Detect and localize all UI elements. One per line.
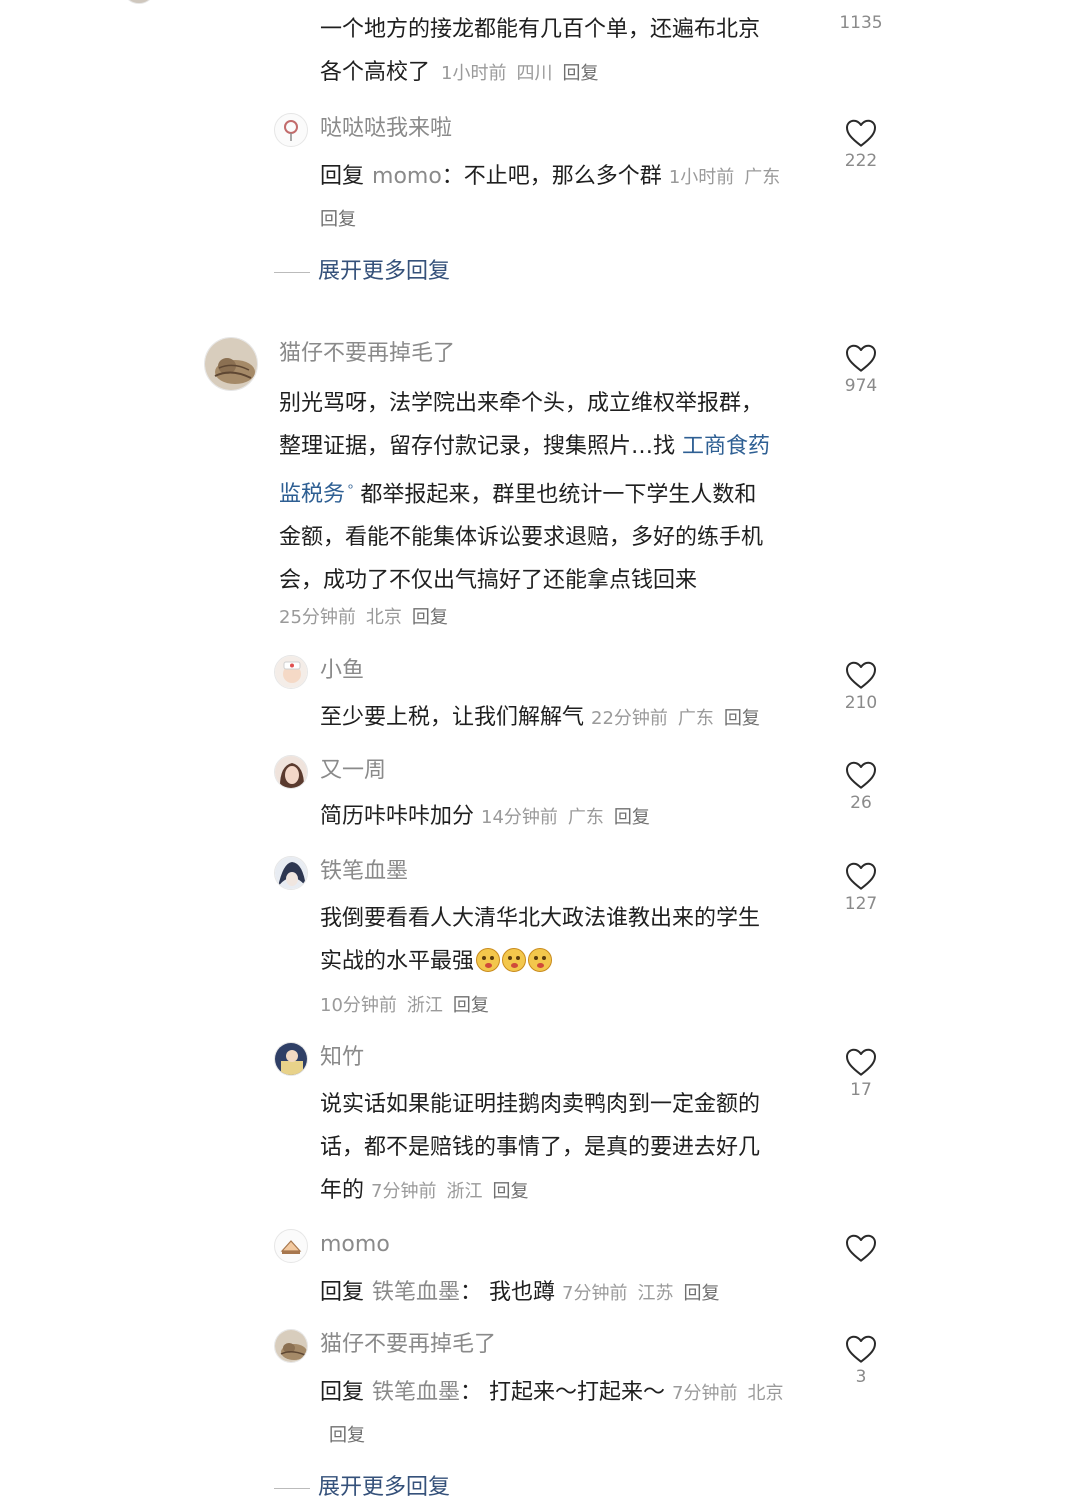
reply-button[interactable]: 回复 xyxy=(562,63,598,84)
expand-more-replies-button[interactable]: 展开更多回复 xyxy=(274,1473,450,1503)
avatar[interactable] xyxy=(274,1042,308,1076)
cake-slice-avatar-icon xyxy=(280,1240,302,1254)
like-counter-partial[interactable]: 1135 xyxy=(835,10,887,34)
heart-outline-icon xyxy=(846,1335,876,1363)
username[interactable]: 小鱼 xyxy=(320,656,364,686)
dog-face-emoji xyxy=(502,948,527,972)
like-count: 26 xyxy=(850,793,872,813)
comment-body: 别光骂呀，法学院出来牵个头，成立维权举报群， 整理证据，留存付款记录，搜集照片…… xyxy=(279,391,771,594)
like-count: 17 xyxy=(850,1080,872,1100)
timestamp: 22分钟前 xyxy=(591,708,668,729)
reply-button[interactable]: 回复 xyxy=(412,607,448,628)
username[interactable]: 铁笔血墨 xyxy=(320,857,408,887)
heart-outline-icon xyxy=(846,1234,876,1262)
username[interactable]: 猫仔不要再掉毛了 xyxy=(279,339,455,369)
like-button[interactable]: 17 xyxy=(835,1047,887,1101)
cat-photo-avatar-icon xyxy=(275,1330,307,1362)
divider-dash xyxy=(274,271,310,273)
heart-outline-icon xyxy=(846,119,876,147)
avatar[interactable] xyxy=(274,1229,308,1263)
like-button[interactable]: 974 xyxy=(835,343,887,397)
expand-more-replies-button[interactable]: 展开更多回复 xyxy=(274,257,450,287)
username[interactable]: 知竹 xyxy=(320,1043,364,1073)
like-count: 974 xyxy=(844,376,878,396)
search-link[interactable]: 监税务 ᵒ xyxy=(279,482,353,507)
timestamp: 7分钟前 xyxy=(562,1283,628,1304)
avatar[interactable] xyxy=(274,655,308,689)
figure-avatar-icon xyxy=(275,1043,307,1075)
heart-outline-icon xyxy=(846,862,876,890)
location: 广东 xyxy=(677,708,714,729)
username[interactable]: 哒哒哒我来啦 xyxy=(320,114,452,144)
timestamp: 14分钟前 xyxy=(481,807,558,828)
like-count: 222 xyxy=(844,151,878,171)
location: 北京 xyxy=(365,607,402,628)
dog-face-emoji xyxy=(528,948,553,972)
lollipop-avatar-icon xyxy=(284,120,298,141)
avatar[interactable] xyxy=(274,755,308,789)
like-button[interactable]: 127 xyxy=(835,861,887,915)
location: 广东 xyxy=(744,167,781,188)
like-button[interactable] xyxy=(835,1233,887,1263)
location: 浙江 xyxy=(446,1181,483,1202)
timestamp: 25分钟前 xyxy=(279,607,356,628)
heart-outline-icon xyxy=(846,761,876,789)
reply-button[interactable]: 回复 xyxy=(329,1421,365,1447)
location: 北京 xyxy=(747,1383,784,1404)
avatar-partial-top[interactable] xyxy=(122,0,156,4)
timestamp: 7分钟前 xyxy=(672,1383,738,1404)
reply-button[interactable]: 回复 xyxy=(492,1181,528,1202)
like-count: 1135 xyxy=(839,13,883,33)
location: 浙江 xyxy=(406,995,443,1016)
divider-dash xyxy=(274,1487,310,1489)
timestamp: 1小时前 xyxy=(441,63,507,84)
avatar[interactable] xyxy=(274,1329,308,1363)
username[interactable]: momo xyxy=(320,1230,390,1260)
reply-target-user[interactable]: 铁笔血墨 xyxy=(372,1280,460,1305)
like-button[interactable]: 222 xyxy=(835,118,887,172)
location: 四川 xyxy=(516,63,553,84)
like-button[interactable]: 26 xyxy=(835,760,887,814)
avatar[interactable] xyxy=(274,113,308,147)
heart-outline-icon xyxy=(846,1048,876,1076)
search-link[interactable]: 工商食药 xyxy=(682,434,770,459)
like-button[interactable]: 3 xyxy=(835,1334,887,1388)
reply-target-user[interactable]: 铁笔血墨 xyxy=(372,1380,460,1405)
like-count: 3 xyxy=(855,1367,867,1387)
location: 江苏 xyxy=(637,1283,674,1304)
reply-button[interactable]: 回复 xyxy=(320,205,356,231)
reply-button[interactable]: 回复 xyxy=(614,807,650,828)
timestamp: 7分钟前 xyxy=(371,1181,437,1202)
username[interactable]: 又一周 xyxy=(320,756,386,786)
location: 广东 xyxy=(567,807,604,828)
reply-button[interactable]: 回复 xyxy=(724,708,760,729)
nurse-avatar-icon xyxy=(275,656,307,688)
girl-photo-avatar-icon xyxy=(275,756,307,788)
timestamp: 1小时前 xyxy=(668,167,735,188)
reply-target-user[interactable]: momo xyxy=(372,164,442,189)
username[interactable]: 猫仔不要再掉毛了 xyxy=(320,1330,496,1360)
like-button[interactable]: 210 xyxy=(835,660,887,714)
like-count: 127 xyxy=(844,894,878,914)
comment-body-partial: 一个地方的接龙都能有几百个单，还遍布北京 各个高校了 1小时前 四川 回复 xyxy=(320,17,761,85)
dog-face-emoji xyxy=(476,948,501,972)
timestamp: 10分钟前 xyxy=(320,995,397,1016)
reply-button[interactable]: 回复 xyxy=(683,1283,719,1304)
heart-outline-icon xyxy=(846,344,876,372)
avatar[interactable] xyxy=(274,856,308,890)
like-count: 210 xyxy=(844,693,878,713)
avatar[interactable] xyxy=(204,337,258,391)
anime-avatar-icon xyxy=(275,857,307,889)
heart-outline-icon xyxy=(846,661,876,689)
reply-button[interactable]: 回复 xyxy=(453,995,489,1016)
reply-body: 回复 momo：不止吧，那么多个群 1小时前 广东 xyxy=(320,164,781,189)
cat-photo-avatar-icon xyxy=(205,338,257,390)
